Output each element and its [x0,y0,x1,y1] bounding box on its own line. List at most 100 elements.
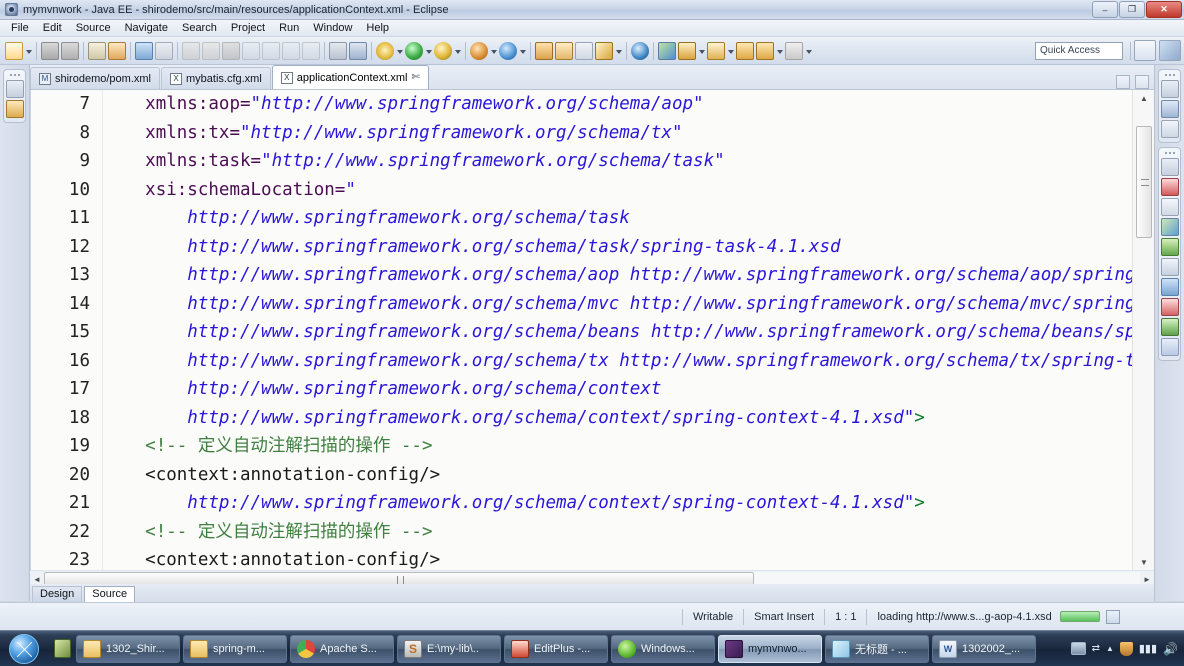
java-ee-perspective-icon[interactable] [1159,40,1181,61]
fastview-grip[interactable] [1159,72,1180,78]
editor-tab-pom-xml[interactable]: M shirodemo/pom.xml [30,67,160,89]
terminal-icon[interactable] [1160,278,1179,296]
tab-design[interactable]: Design [32,586,83,602]
taskbar-button-notepad-untitled[interactable]: 无标题 - ... [825,634,929,663]
pencil-dropdown-icon[interactable] [614,42,623,60]
code-line[interactable]: <!-- 定义自动注解扫描的操作 --> [103,518,1132,547]
console-icon[interactable] [1160,198,1179,216]
menu-item-edit[interactable]: Edit [36,21,69,35]
taskbar-button-editplus[interactable]: EditPlus -... [504,634,608,663]
junit-icon[interactable] [1160,338,1179,356]
fastview-grip[interactable] [1159,150,1180,156]
next-dropdown-icon[interactable] [804,42,813,60]
next-icon[interactable] [785,41,803,60]
outline-icon[interactable] [1160,100,1179,118]
close-button[interactable]: ✕ [1146,1,1182,18]
menu-item-project[interactable]: Project [224,21,272,35]
taskbar-button-1302002-doc[interactable]: W 1302002_... [932,634,1036,663]
taskbar-button-spring-m[interactable]: spring-m... [183,634,287,663]
code-line[interactable]: <!-- 定义自动注解扫描的操作 --> [103,432,1132,461]
marker-icon[interactable] [707,41,725,60]
taskbar-button-apache-s[interactable]: Apache S... [290,634,394,663]
taskbar-button-my-lib[interactable]: S E:\my-lib\.. [397,634,501,663]
pencil-icon[interactable] [595,41,613,60]
code-line[interactable]: http://www.springframework.org/schema/tx… [103,347,1132,376]
open-resource-icon[interactable] [555,41,573,60]
back-icon[interactable] [736,41,754,60]
menu-item-source[interactable]: Source [69,21,118,35]
project-explorer-icon[interactable] [5,100,24,118]
servers-icon[interactable] [1160,178,1179,196]
run-icon[interactable] [405,41,423,60]
code-line[interactable]: xmlns:aop="http://www.springframework.or… [103,90,1132,119]
show-hidden-icon[interactable]: ▲ [1106,644,1114,653]
close-icon[interactable]: ✄ [411,72,419,83]
taskbar-button-mymvnwork-eclipse[interactable]: mymvnwo... [718,634,822,663]
taskbar-button-1302-shir[interactable]: 1302_Shir... [76,634,180,663]
forward-icon[interactable] [756,41,774,60]
shield-icon[interactable] [1119,641,1133,656]
debug-icon[interactable] [434,41,452,60]
code-line[interactable]: http://www.springframework.org/schema/mv… [103,290,1132,319]
tab-source[interactable]: Source [84,586,136,602]
code-line[interactable]: http://www.springframework.org/schema/co… [103,375,1132,404]
minimize-button[interactable]: – [1092,1,1118,18]
external-tools-dropdown-icon[interactable] [395,42,404,60]
properties-icon[interactable] [1160,120,1179,138]
menu-item-navigate[interactable]: Navigate [118,21,175,35]
server-icon[interactable] [499,41,517,60]
console-icon[interactable] [329,41,347,60]
markers-icon[interactable] [1160,218,1179,236]
save-icon[interactable] [41,41,59,60]
code-line[interactable]: http://www.springframework.org/schema/ao… [103,261,1132,290]
taskbar-button-windows-mediaplayer[interactable]: Windows... [611,634,715,663]
code-line[interactable]: http://www.springframework.org/schema/ta… [103,233,1132,262]
server-dropdown-icon[interactable] [518,42,527,60]
code-editor[interactable]: 7 8 9 10 11 12 13 14 15 16 17 18 19 20 21 22 23 xmlns:ao… [30,90,1154,570]
editor-vertical-scrollbar[interactable]: ▲ ▼ [1132,90,1154,570]
restore-view-icon[interactable] [1160,80,1179,98]
progress-icon[interactable] [1160,318,1179,336]
quicklaunch-show-desktop[interactable] [48,632,76,666]
open-type-icon[interactable] [535,41,553,60]
quick-access-input[interactable]: Quick Access [1035,41,1123,60]
code-line[interactable]: http://www.springframework.org/schema/ta… [103,204,1132,233]
annotation-icon[interactable] [678,41,696,60]
code-line[interactable]: <context:annotation-config/> [103,461,1132,490]
scroll-up-arrow-icon[interactable]: ▲ [1133,90,1154,106]
debug-dropdown-icon[interactable] [453,42,462,60]
new-wizard-icon[interactable] [5,41,23,60]
new-window-icon[interactable] [135,41,153,60]
background-tasks-icon[interactable] [1105,609,1120,624]
print-icon[interactable] [88,41,106,60]
export-icon[interactable] [108,41,126,60]
annotation-dropdown-icon[interactable] [697,42,706,60]
code-line[interactable]: xmlns:task="http://www.springframework.o… [103,147,1132,176]
restore-button[interactable]: ❐ [1119,1,1145,18]
problems-icon[interactable] [1160,298,1179,316]
marker-dropdown-icon[interactable] [726,42,735,60]
menu-item-window[interactable]: Window [306,21,359,35]
vertical-scroll-thumb[interactable] [1136,126,1152,238]
new-wizard-dropdown-icon[interactable] [24,42,33,60]
start-button[interactable] [0,632,48,666]
forward-dropdown-icon[interactable] [775,42,784,60]
network-icon[interactable]: ⇄ [1092,643,1100,654]
code-text-area[interactable]: xmlns:aop="http://www.springframework.or… [103,90,1132,570]
data-source-explorer-icon[interactable] [1160,238,1179,256]
run-dropdown-icon[interactable] [424,42,433,60]
scroll-down-arrow-icon[interactable]: ▼ [1133,554,1154,570]
open-perspective-icon[interactable] [1134,40,1156,61]
code-line[interactable]: <context:annotation-config/> [103,546,1132,570]
perspective-icon[interactable] [658,41,676,60]
external-tools-icon[interactable] [376,41,394,60]
keyboard-icon[interactable] [1070,642,1086,655]
minimize-editor-icon[interactable] [1116,75,1130,89]
web-browser-icon[interactable] [631,41,649,60]
signal-icon[interactable]: ▮▮▮ [1139,642,1157,655]
volume-icon[interactable]: 🔊 [1163,642,1178,656]
deploy-icon[interactable] [349,41,367,60]
save-all-icon[interactable] [61,41,79,60]
snippets-icon[interactable] [1160,258,1179,276]
coverage-icon[interactable] [470,41,488,60]
